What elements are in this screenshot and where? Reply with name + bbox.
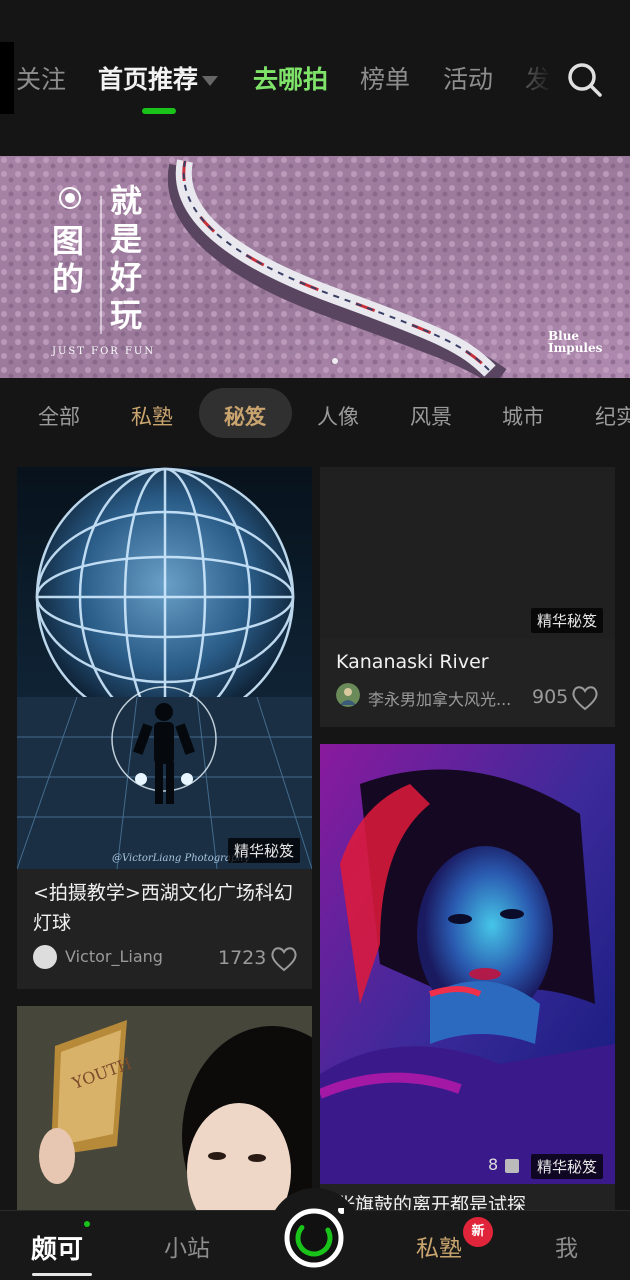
avatar[interactable] [336,683,360,707]
featured-badge: 精华秘笈 [228,838,301,863]
top-nav: 关注 首页推荐 去哪拍 榜单 活动 发 [0,0,630,150]
tab-home-recommend[interactable]: 首页推荐 [98,60,219,96]
tab-rankings[interactable]: 榜单 [360,60,410,96]
card-image-neon-portrait [320,744,615,1184]
avatar[interactable] [33,945,57,969]
featured-badge: 精华秘笈 [531,608,604,633]
home-dot [84,1221,90,1227]
category-all[interactable]: 全部 [38,401,80,431]
author-name[interactable]: 李永男加拿大风光... [368,686,511,710]
tab-follow[interactable]: 关注 [16,60,66,96]
feed-card[interactable]: 精华秘笈 Kananaski River 李永男加拿大风光... 905 [320,467,615,727]
like-count: 1723 [218,947,267,969]
heart-icon[interactable] [270,946,298,972]
search-icon[interactable] [565,60,605,100]
banner-caption: Blue Impules [548,329,603,355]
feed-card[interactable]: 8 精华秘笈 张旗鼓的离开都是试探 [320,744,615,1210]
card-title[interactable]: Kananaski River [336,647,604,677]
category-city[interactable]: 城市 [502,401,544,431]
card-title[interactable]: <拍摄教学>西湖文化广场科幻灯球 [33,878,301,938]
card-image-light-sphere: @VictorLiang Photography [17,467,312,870]
nav-station[interactable]: 小站 [164,1229,210,1263]
banner-title-right: 就是好玩 [110,182,143,334]
author-name[interactable]: Victor_Liang [65,947,163,966]
banner-image [0,156,630,378]
banner-subtitle: JUST FOR FUN [52,346,156,357]
feed-card[interactable]: @VictorLiang Photography 精华秘笈 <拍摄教学>西湖文化… [17,467,312,989]
home-active-indicator [32,1273,92,1276]
tab-where-to-shoot[interactable]: 去哪拍 [253,60,328,96]
new-badge: 新 [463,1217,493,1247]
photo-stack-icon [505,1159,519,1173]
tab-activities[interactable]: 活动 [443,60,493,96]
tab-fade-overlay [505,40,565,120]
card-title[interactable]: 张旗鼓的离开都是试探 [336,1190,604,1210]
tab-home-recommend-label: 首页推荐 [98,65,199,94]
banner-title-left: 图的 [52,222,85,298]
category-chips: 全部 私塾 秘笈 人像 风景 城市 纪实 [0,385,630,445]
chevron-down-icon[interactable] [202,76,219,86]
promo-banner[interactable] [0,156,630,378]
nav-home-logo[interactable]: 颇可 [31,1229,83,1266]
photo-count: 8 [488,1155,499,1174]
nav-edge-shadow [0,42,14,114]
nav-me[interactable]: 我 [555,1229,578,1263]
feed-card[interactable]: YOUTH [17,1006,312,1210]
camera-shutter-icon[interactable] [284,1208,344,1268]
category-tips[interactable]: 秘笈 [224,401,266,431]
card-image-portrait-magazine: YOUTH [17,1006,312,1210]
nav-private-school[interactable]: 私塾 [416,1229,462,1263]
featured-badge: 精华秘笈 [531,1154,604,1179]
category-documentary[interactable]: 纪实 [595,401,630,431]
category-landscape[interactable]: 风景 [410,401,452,431]
heart-icon[interactable] [571,685,599,711]
category-portrait[interactable]: 人像 [317,401,359,431]
active-tab-indicator [142,108,176,114]
like-count: 905 [532,686,569,708]
category-private-school[interactable]: 私塾 [131,401,173,431]
